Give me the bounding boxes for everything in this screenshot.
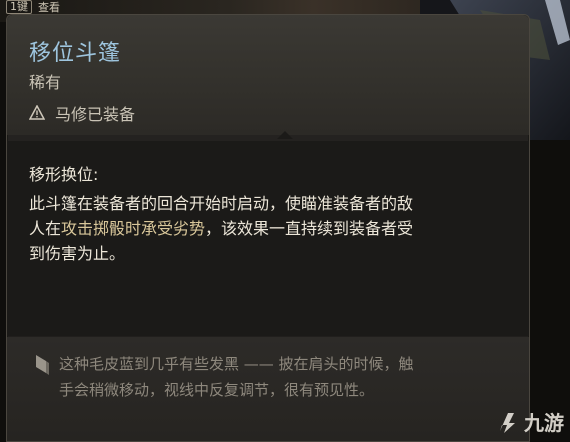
divider-arrow-icon <box>277 131 293 139</box>
watermark: 九游 <box>494 407 564 436</box>
item-tooltip: 移位斗篷 稀有 马修已装备 移形换位: 此斗篷在装备者的回合开始时启动，使瞄准装… <box>6 14 530 442</box>
warning-icon <box>29 105 45 120</box>
inspect-label[interactable]: 查看 <box>38 0 60 15</box>
item-title: 移位斗篷 <box>29 41 122 66</box>
effect-highlight[interactable]: 攻击掷骰时承受劣势 <box>61 219 205 238</box>
hotkey-badge: 1键 <box>6 0 32 14</box>
tooltip-header: 移位斗篷 稀有 马修已装备 <box>7 15 529 135</box>
quill-icon <box>36 355 49 375</box>
effect-description: 此斗篷在装备者的回合开始时启动，使瞄准装备者的敌人在攻击掷骰时承受劣势，该效果一… <box>29 191 419 266</box>
equipped-text: 马修已装备 <box>55 105 136 124</box>
equipped-status: 马修已装备 <box>29 101 135 125</box>
watermark-brand: 九游 <box>524 411 564 435</box>
flavor-section: 这种毛皮蓝到几乎有些发黑 —— 披在肩头的时候，触手会稍微移动，视线中反复调节，… <box>7 337 529 441</box>
item-rarity: 稀有 <box>29 73 62 92</box>
effect-section: 移形换位: 此斗篷在装备者的回合开始时启动，使瞄准装备者的敌人在攻击掷骰时承受劣… <box>7 141 529 336</box>
jiuyou-logo-icon <box>500 412 515 433</box>
effect-name: 移形换位: <box>29 165 99 184</box>
hotkey-strip: 1键 查看 <box>6 0 60 14</box>
flavor-text: 这种毛皮蓝到几乎有些发黑 —— 披在肩头的时候，触手会稍微移动，视线中反复调节，… <box>59 355 414 399</box>
